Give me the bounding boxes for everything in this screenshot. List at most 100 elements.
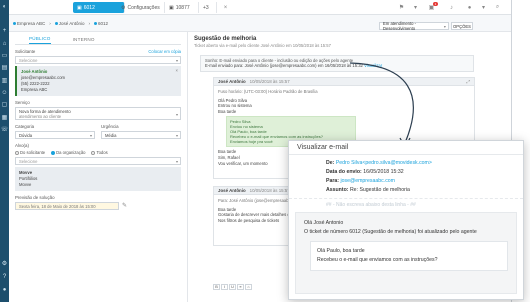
due-date-field[interactable]: Sexta feira, 18 de Maio de 2018 às 15:00	[15, 202, 119, 210]
plus-icon[interactable]: +	[1, 27, 8, 34]
person-icon	[54, 21, 58, 25]
breadcrumb-company[interactable]: Empresa ABC	[13, 21, 45, 26]
tab-configuracoes[interactable]: ⚙ Configurações	[117, 2, 165, 13]
view-email-modal: Visualizar e-mail De: Pedro Silva<pedro.…	[288, 140, 524, 300]
expand-icon[interactable]: ⤢	[466, 79, 470, 84]
category-value: Dúvida	[19, 132, 33, 138]
list-button[interactable]: ≡	[237, 284, 244, 290]
close-icon[interactable]: ×	[221, 3, 230, 12]
message-author: José Antônio	[218, 79, 246, 84]
urgency-select[interactable]: Média ▾	[101, 131, 181, 139]
tab-label: 6012	[83, 4, 95, 11]
from-row: De: Pedro Silva<pedro.silva@movidesk.com…	[289, 159, 523, 168]
phone-icon[interactable]: ☏	[1, 126, 9, 133]
radio-requester[interactable]: Do solicitante	[15, 150, 45, 155]
status-value: Em atendimento - Desenvolvimento	[383, 21, 417, 31]
who-label: Alvo(a)	[15, 143, 29, 148]
flag-icon[interactable]: ⚑	[397, 3, 406, 12]
subject-row: Assunto: Re: Sugestão de melhoria	[289, 186, 523, 195]
page-title: Sugestão de melhoria	[194, 36, 257, 42]
service-label: Serviço	[15, 100, 30, 105]
ticket-label: 6012	[98, 20, 109, 26]
search-icon[interactable]: ⌕	[493, 3, 502, 12]
email-quote: Olá Paulo, boa tarde Recebeu o e-mail qu…	[310, 241, 508, 271]
date-label: Data do envio:	[326, 169, 362, 175]
tab-publico[interactable]: PÚBLICO	[29, 36, 51, 44]
person-label: José Antônio	[58, 20, 85, 26]
chevron-down-icon: ▾	[175, 133, 178, 138]
logo-icon: ◐	[2, 3, 7, 10]
contact-company: Empresa ABC	[21, 87, 48, 92]
people-icon[interactable]: ☺	[1, 89, 8, 96]
chevron-down-icon[interactable]: ▾	[411, 3, 420, 12]
close-icon[interactable]: ×	[176, 68, 178, 74]
email-meta: De: Pedro Silva<pedro.silva@movidesk.com…	[289, 159, 523, 195]
select-placeholder: Selecione	[19, 57, 38, 63]
chevron-down-icon: ▾	[175, 58, 178, 63]
tab-ticket-10877[interactable]: ▣ 10877	[165, 2, 199, 13]
quote-line: Olá Paulo, boa tarde	[317, 248, 365, 254]
to-label: Para:	[326, 178, 339, 184]
breadcrumb-person[interactable]: José Antônio	[54, 20, 85, 26]
tickets-icon[interactable]: ▤	[1, 64, 8, 71]
radio-all[interactable]: Todos	[91, 150, 108, 155]
visibility-tabs: PÚBLICO INTERNO	[15, 36, 181, 45]
bell-icon[interactable]: ♪	[447, 3, 456, 12]
tab-interno[interactable]: INTERNO	[73, 37, 95, 44]
edit-icon[interactable]: ✎	[122, 202, 127, 209]
italic-button[interactable]: I	[221, 284, 228, 290]
service-select[interactable]: Nova forma de atendimento atendimento ao…	[15, 107, 181, 120]
category-select[interactable]: Dúvida ▾	[15, 131, 95, 139]
group-sub2: Movve	[19, 182, 32, 187]
settings-icon[interactable]: ⚙	[1, 260, 8, 267]
from-label: De:	[326, 160, 335, 166]
top-bar: ▣ 6012 ⚙ Configurações ▣ 10877 +3 × ⚑ ▾ …	[9, 0, 511, 15]
date-value: 16/05/2018 15:32	[363, 169, 404, 175]
status-select[interactable]: Em atendimento - Desenvolvimento ▾	[379, 21, 449, 31]
ticket-properties-panel: PÚBLICO INTERNO Solicitante Colocar em c…	[9, 32, 188, 302]
from-value[interactable]: Pedro Silva<pedro.silva@movidesk.com>	[336, 160, 432, 166]
help-icon[interactable]: ?	[1, 273, 8, 280]
book-icon[interactable]: ▦	[1, 114, 8, 121]
chevron-down-icon: ▾	[89, 133, 92, 138]
bold-button[interactable]: B	[213, 284, 220, 290]
category-label: Categoria	[15, 124, 35, 129]
to-value[interactable]: jose@empresaabc.com	[340, 178, 395, 184]
options-button[interactable]: OPÇÕES	[451, 22, 473, 30]
monitor-icon[interactable]: ▭	[1, 52, 8, 59]
arrow-path	[349, 62, 414, 144]
message-author: José Antônio	[218, 188, 246, 193]
requester-select[interactable]: Selecione ▾	[15, 56, 181, 64]
email-greeting: Olá José Antonio	[304, 220, 344, 226]
group-select[interactable]: Selecione ▾	[15, 157, 181, 165]
ticket-icon: ▣	[77, 4, 82, 11]
radio-organization[interactable]: Da organização	[51, 150, 85, 155]
to-row: Para: jose@empresaabc.com	[289, 177, 523, 186]
email-body: Olá José Antonio O ticket de número 6012…	[295, 212, 517, 294]
chevron-down-icon: ▾	[175, 112, 178, 117]
underline-button[interactable]: U	[229, 284, 236, 290]
requester-label: Solicitante	[15, 49, 36, 54]
user-icon[interactable]: ●	[1, 286, 8, 293]
ticket-icon	[94, 21, 98, 25]
urgency-label: Urgência	[101, 124, 119, 129]
chevron-down-icon[interactable]: ▾	[479, 3, 488, 12]
add-cc-link[interactable]: Colocar em cópia	[148, 49, 181, 54]
avatar-icon[interactable]: ●	[465, 3, 474, 12]
notification-badge: 1	[433, 2, 438, 6]
attach-button[interactable]: ⌂	[245, 284, 252, 290]
company-icon	[13, 21, 16, 25]
chevron-right-icon: ›	[49, 20, 51, 26]
ticket-subtitle: Ticket aberto via e-mail pelo cliente Jo…	[194, 43, 331, 48]
date-row: Data do envio: 16/05/2018 15:32	[289, 168, 523, 177]
gear-icon: ⚙	[121, 4, 126, 11]
chevron-down-icon: ▾	[175, 159, 178, 164]
home-icon[interactable]: ⌂	[1, 40, 8, 47]
select-placeholder: Selecione	[19, 158, 38, 164]
tab-more[interactable]: +3	[199, 2, 217, 13]
modal-title: Visualizar e-mail	[289, 141, 523, 155]
group-card: Movve Portifólios Movve	[15, 167, 181, 191]
chat-icon[interactable]: ▢	[1, 101, 8, 108]
breadcrumb-ticket[interactable]: 6012	[94, 21, 108, 26]
reports-icon[interactable]: ▥	[1, 77, 8, 84]
